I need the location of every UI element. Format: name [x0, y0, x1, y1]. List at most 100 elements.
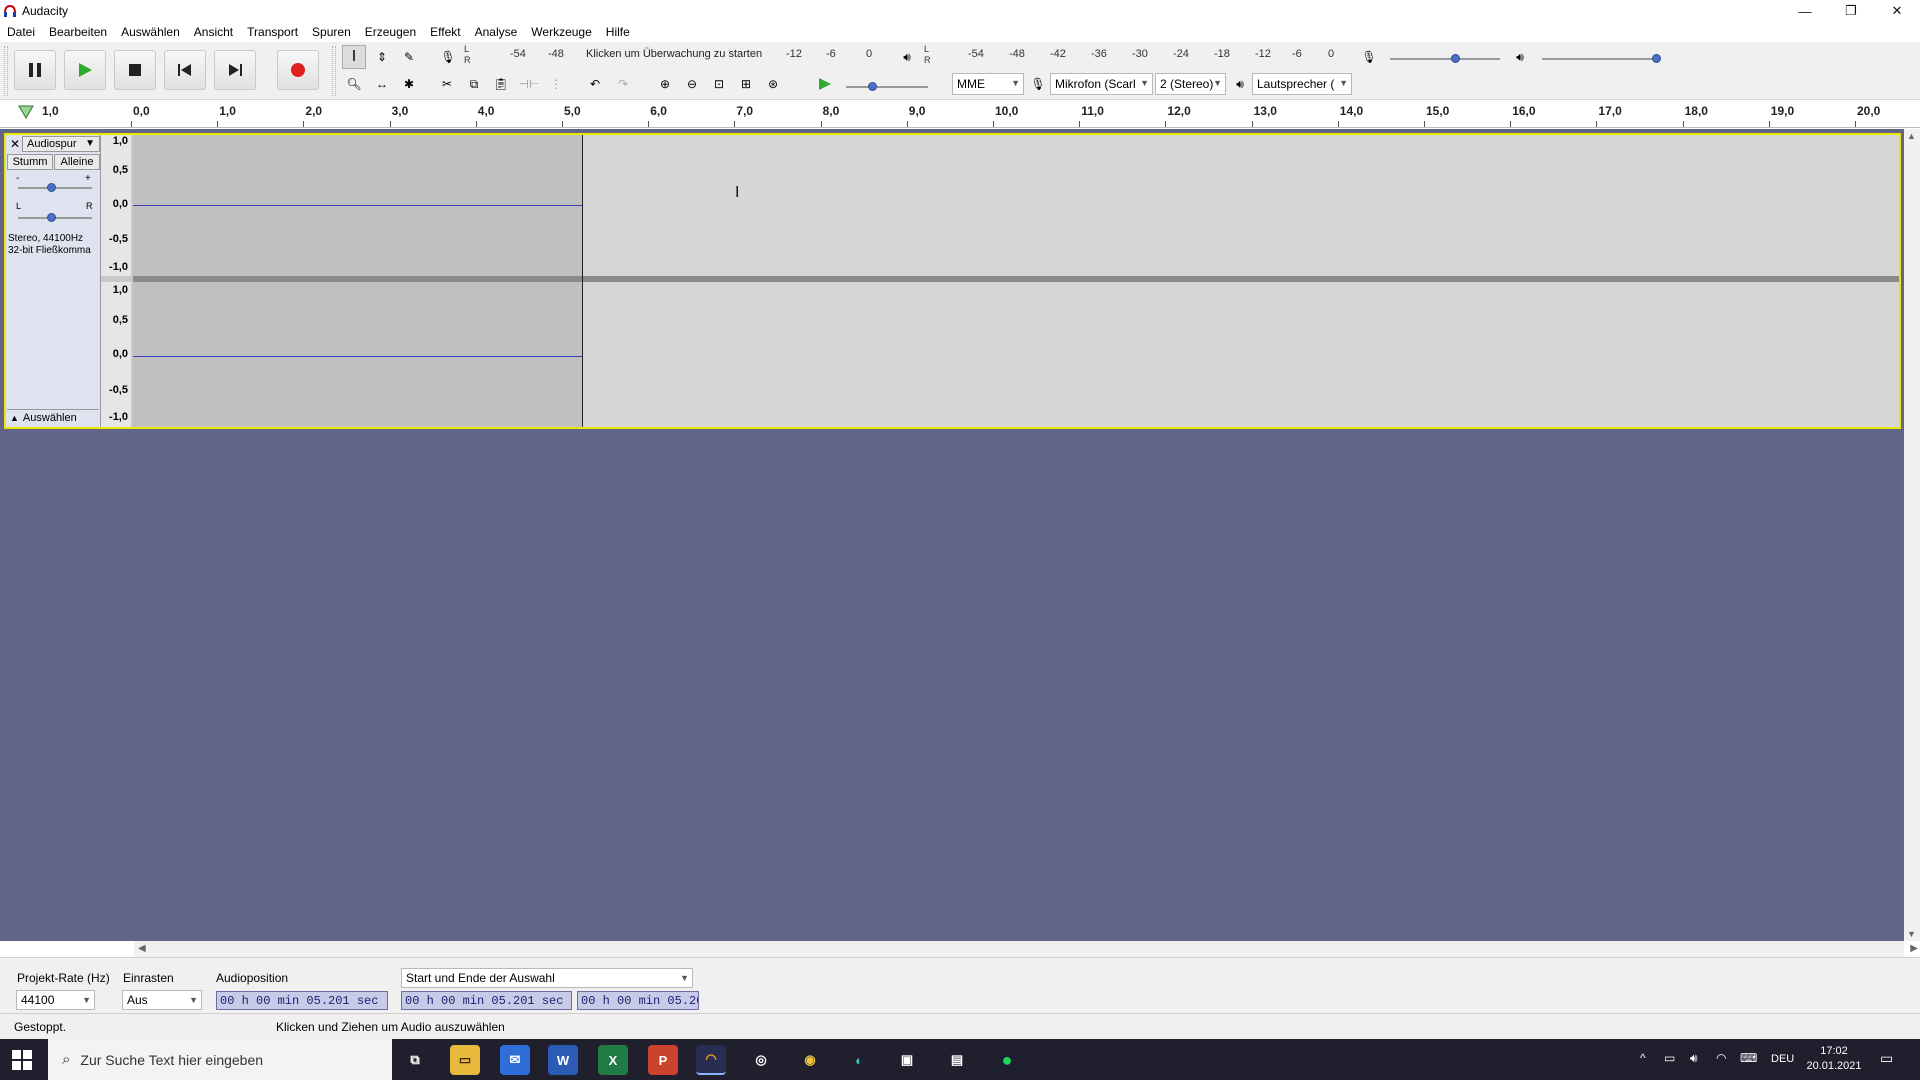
obs-button[interactable]: ◎: [746, 1045, 776, 1075]
track-menu-button[interactable]: Audiospur ▼: [22, 136, 100, 152]
volume-icon[interactable]: 🔊︎: [1690, 1051, 1698, 1066]
vertical-scale-right[interactable]: 1,0 0,5 0,0 -0,5 -1,0: [101, 282, 131, 427]
gain-thumb[interactable]: [47, 183, 56, 192]
windows-start-button[interactable]: [12, 1050, 32, 1070]
powerpoint-button[interactable]: P: [648, 1045, 678, 1075]
draw-tool-button[interactable]: ✎: [397, 45, 421, 69]
zoom-out-button[interactable]: ⊖: [680, 72, 704, 96]
fit-selection-button[interactable]: ⊡: [707, 72, 731, 96]
audio-position-field[interactable]: 00 h 00 min 05.201 sec: [216, 991, 388, 1010]
timeline-ruler[interactable]: 1,0 0,0 1,0 2,0 3,0 4,0 5,0 6,0 7,0 8,0 9,0 10,0 11…: [0, 100, 1920, 128]
scroll-right-icon[interactable]: ▶: [1910, 943, 1918, 954]
menu-analyse[interactable]: Analyse: [475, 25, 518, 39]
undo-button[interactable]: ↶: [583, 72, 607, 96]
record-meter[interactable]: L R -54 -48 Klicken um Überwachung zu st…: [464, 44, 884, 66]
clock[interactable]: 17:02 20.01.2021: [1806, 1044, 1862, 1074]
selection-end-field[interactable]: 00 h 00 min 05.20: [577, 991, 699, 1010]
zoom-toggle-button[interactable]: ⊛: [761, 72, 785, 96]
minimize-button[interactable]: —: [1782, 0, 1828, 22]
mute-button[interactable]: Stumm: [7, 154, 53, 170]
timeshift-tool-button[interactable]: ↔: [370, 72, 394, 96]
record-button[interactable]: [277, 50, 319, 90]
toolbar-grip[interactable]: [332, 46, 336, 96]
snap-select[interactable]: Aus ▼: [122, 990, 202, 1010]
close-track-icon[interactable]: ✕: [10, 137, 20, 151]
silence-button[interactable]: ⋮: [544, 72, 568, 96]
restore-button[interactable]: ❐: [1828, 0, 1874, 22]
menu-datei[interactable]: Datei: [7, 25, 35, 39]
menu-transport[interactable]: Transport: [247, 25, 298, 39]
record-meter-button[interactable]: 🎙︎: [436, 45, 460, 69]
play-volume-thumb[interactable]: [1652, 54, 1661, 63]
keyboard-icon[interactable]: ⌨: [1740, 1051, 1757, 1065]
audio-host-select[interactable]: MME ▼: [952, 73, 1024, 95]
menu-werkzeuge[interactable]: Werkzeuge: [531, 25, 591, 39]
zoom-in-button[interactable]: ⊕: [653, 72, 677, 96]
playback-device-select[interactable]: Lautsprecher (▼: [1252, 73, 1352, 95]
menu-ansicht[interactable]: Ansicht: [194, 25, 233, 39]
pause-button[interactable]: [14, 50, 56, 90]
play-speed-thumb[interactable]: [868, 82, 877, 91]
scroll-down-icon[interactable]: ▼: [1907, 929, 1916, 939]
play-meter-button[interactable]: 🔊︎: [895, 45, 919, 69]
cut-button[interactable]: ✂: [435, 72, 459, 96]
vertical-scale-left[interactable]: 1,0 0,5 0,0 -0,5 -1,0: [101, 135, 131, 276]
menu-erzeugen[interactable]: Erzeugen: [365, 25, 416, 39]
toolbar-grip[interactable]: [4, 46, 8, 96]
fit-project-button[interactable]: ⊞: [734, 72, 758, 96]
network-icon[interactable]: ◠: [1716, 1051, 1726, 1065]
app-button[interactable]: ▣: [892, 1045, 922, 1075]
word-button[interactable]: W: [548, 1045, 578, 1075]
record-device-select[interactable]: Mikrofon (Scarl ▼: [1050, 73, 1153, 95]
select-track-button[interactable]: ▲ Auswählen: [7, 409, 99, 425]
redo-button[interactable]: ↷: [611, 72, 635, 96]
envelope-tool-button[interactable]: ⇕: [370, 45, 394, 69]
audacity-taskbar-button[interactable]: ◠: [696, 1045, 726, 1075]
notification-icon[interactable]: ▭: [1880, 1050, 1893, 1067]
chrome-button[interactable]: ◉: [795, 1045, 825, 1075]
edge-button[interactable]: ◐: [844, 1045, 874, 1075]
input-language[interactable]: DEU: [1771, 1053, 1794, 1065]
audio-track[interactable]: I: [4, 133, 1901, 429]
trim-button[interactable]: ⊣⊢: [517, 72, 541, 96]
play-button[interactable]: [64, 50, 106, 90]
task-view-button[interactable]: ⧉: [400, 1045, 430, 1075]
meet-now-icon[interactable]: ▭: [1664, 1051, 1675, 1065]
project-rate-select[interactable]: 44100 ▼: [16, 990, 95, 1010]
horizontal-scrollbar[interactable]: ◀ ▶: [134, 941, 1918, 957]
paste-button[interactable]: 📋︎: [489, 72, 513, 96]
selection-start-field[interactable]: 00 h 00 min 05.201 sec: [401, 991, 572, 1010]
notepad-button[interactable]: ▤: [942, 1045, 972, 1075]
menu-hilfe[interactable]: Hilfe: [606, 25, 630, 39]
waveform-selected-right[interactable]: [133, 282, 583, 427]
zoom-tool-button[interactable]: 🔍︎: [342, 72, 366, 96]
collapse-track-icon[interactable]: ▲: [10, 413, 19, 423]
channels-select[interactable]: 2 (Stereo) ▼: [1155, 73, 1226, 95]
file-explorer-button[interactable]: ▭: [450, 1045, 480, 1075]
scroll-up-icon[interactable]: ▲: [1907, 131, 1916, 141]
close-window-button[interactable]: ✕: [1874, 0, 1920, 22]
multi-tool-button[interactable]: ✱: [397, 72, 421, 96]
copy-button[interactable]: ⧉: [462, 72, 486, 96]
play-speed-slider[interactable]: [846, 86, 928, 88]
record-volume-slider[interactable]: [1390, 58, 1500, 60]
waveform-right-channel[interactable]: [583, 282, 1899, 427]
show-hidden-icons[interactable]: ^: [1640, 1051, 1646, 1065]
play-at-speed-button[interactable]: [813, 72, 837, 96]
taskbar-search-box[interactable]: ⌕ Zur Suche Text hier eingeben: [48, 1039, 392, 1080]
menu-bearbeiten[interactable]: Bearbeiten: [49, 25, 107, 39]
selection-tool-button[interactable]: I: [342, 45, 366, 69]
menu-auswaehlen[interactable]: Auswählen: [121, 25, 180, 39]
skip-start-button[interactable]: [164, 50, 206, 90]
skip-end-button[interactable]: [214, 50, 256, 90]
excel-button[interactable]: X: [598, 1045, 628, 1075]
pan-thumb[interactable]: [47, 213, 56, 222]
menu-effekt[interactable]: Effekt: [430, 25, 460, 39]
stop-button[interactable]: [114, 50, 156, 90]
waveform-left-channel[interactable]: [583, 135, 1899, 276]
play-volume-slider[interactable]: [1542, 58, 1660, 60]
selection-mode-select[interactable]: Start und Ende der Auswahl ▼: [401, 968, 693, 988]
solo-button[interactable]: Alleine: [54, 154, 100, 170]
pin-head-icon[interactable]: [18, 105, 34, 119]
play-meter[interactable]: L R -54 -48 -42 -36 -30 -24 -18 -12 -6 0: [924, 44, 1338, 66]
